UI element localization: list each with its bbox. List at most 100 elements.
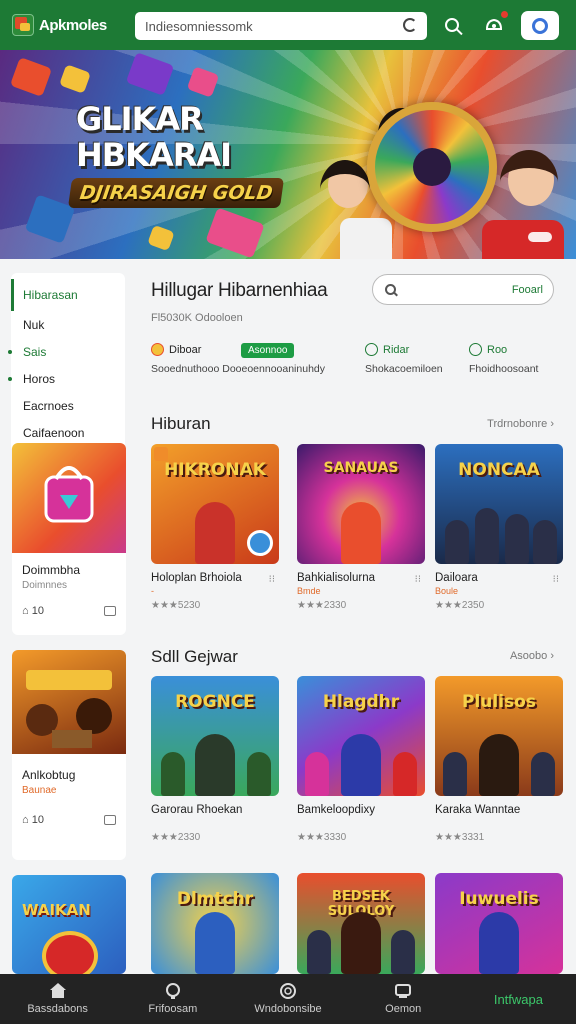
nav-item-chat[interactable]: Frifoosam — [115, 974, 230, 1024]
section-more-link[interactable]: Asoobo › — [510, 650, 554, 662]
game-art-icon — [26, 670, 112, 748]
more-options-icon[interactable]: ⁝⁝ — [415, 574, 421, 585]
active-dot-icon — [8, 376, 12, 381]
search-button[interactable] — [440, 13, 464, 37]
notification-badge — [501, 11, 508, 18]
app-thumbnail — [12, 650, 126, 754]
app-card[interactable]: Hlagdhr Bamkeloopdixy ★★★3330 — [297, 676, 425, 843]
chat-icon — [165, 983, 180, 999]
hero-character — [482, 220, 564, 259]
search-label: Fooarl — [511, 283, 543, 296]
app-art-title: SANAUAS — [323, 460, 399, 476]
app-card[interactable]: Dlmtchr — [151, 873, 279, 974]
tag-description: Sooednuthooo Dooeoennooaninuhdy — [151, 363, 325, 375]
tag-label: Roo — [487, 343, 508, 356]
more-options-icon[interactable]: ⁝⁝ — [269, 574, 275, 585]
sidebar-item-label: Eacrnoes — [23, 398, 74, 413]
sidebar-item-label: Hibarasan — [23, 288, 78, 302]
sidebar-item-horos[interactable]: Horos — [8, 365, 125, 392]
app-name: Holoplan Brhoiola — [151, 572, 242, 584]
details-icon[interactable] — [104, 606, 116, 616]
nav-item-coins[interactable]: Wndobonsibe — [230, 974, 345, 1024]
account-icon — [395, 984, 412, 998]
category-badge-icon — [154, 447, 168, 461]
details-icon[interactable] — [104, 815, 116, 825]
nav-item-home[interactable]: Bassdabons — [0, 974, 115, 1024]
character-figure — [341, 734, 381, 796]
app-art-title: WAIKAN — [22, 901, 91, 919]
app-title: Anlkobtug — [22, 768, 76, 782]
tag-diboar[interactable]: Diboar Sooednuthooo Dooeoennooaninuhdy — [151, 343, 325, 375]
section-title: Sdll Gejwar — [151, 647, 238, 666]
character-figure — [161, 752, 185, 796]
app-card[interactable]: BEDSEK SULOLOY — [297, 873, 425, 974]
content-search-input[interactable]: Fooarl — [372, 274, 554, 305]
app-rating: ★★★3331 — [435, 832, 485, 843]
nav-label: Oemon — [385, 1003, 422, 1015]
tag-ridar[interactable]: Ridar Shokacoemiloen — [365, 343, 443, 375]
app-count: ⌂ 10 — [22, 605, 44, 617]
app-art-title: HIKRONAK — [164, 460, 266, 480]
character-figure — [445, 520, 469, 564]
sidebar-item-label: Nuk — [23, 317, 45, 332]
filter-tags: Diboar Sooednuthooo Dooeoennooaninuhdy R… — [151, 343, 571, 383]
app-card[interactable]: Iuwuelis — [435, 873, 563, 974]
hero-title-line-3: DJIRASAIGH GOLD — [67, 178, 285, 208]
hero-title-line-1: GLIKAR — [76, 100, 204, 138]
sidebar-item-hibarasan[interactable]: Hibarasan — [11, 279, 125, 311]
tag-roo[interactable]: Roo Fhoidhoosoant — [469, 343, 538, 375]
status-badge[interactable]: Asonnoo — [241, 343, 295, 358]
coin-icon — [280, 983, 296, 999]
ball-icon — [247, 530, 273, 556]
character-figure — [443, 752, 467, 796]
brand-logo[interactable]: Apkmoles — [12, 14, 107, 36]
bottom-navigation: Bassdabons Frifoosam Wndobonsibe Oemon I… — [0, 974, 576, 1024]
tag-icon — [469, 343, 482, 356]
section-more-link[interactable]: Trdrnobonre › — [487, 418, 554, 430]
character-figure — [393, 752, 417, 796]
logo-icon — [12, 14, 34, 36]
nav-item-active[interactable]: Intfwapa — [461, 974, 576, 1024]
tag-icon — [151, 343, 164, 356]
app-thumbnail: WAIKAN — [12, 875, 126, 974]
tag-label: Diboar — [169, 343, 202, 356]
app-card[interactable]: Plulisos Karaka Wanntae ★★★3331 — [435, 676, 563, 843]
sidebar-item-eacrnoes[interactable]: Eacrnoes — [11, 392, 125, 419]
app-thumbnail: NONCAA — [435, 444, 563, 564]
shopping-bag-icon — [44, 466, 94, 523]
character-figure — [307, 930, 331, 974]
app-icon — [532, 17, 548, 34]
nav-label: Bassdabons — [27, 1003, 88, 1015]
app-art-title: Plulisos — [462, 692, 536, 712]
top-search-input[interactable]: Indiesomniessomk — [135, 12, 427, 40]
app-thumbnail: SANAUAS — [297, 444, 425, 564]
hero-banner[interactable]: GLIKAR HBKARAI DJIRASAIGH GOLD — [0, 50, 576, 259]
character-figure — [195, 734, 235, 796]
more-options-icon[interactable]: ⁝⁝ — [553, 574, 559, 585]
app-card[interactable]: HIKRONAK Holoplan Brhoiola ⁝⁝ - ★★★5230 — [151, 444, 279, 611]
sidebar-app-card[interactable]: Anlkobtug Baunae ⌂ 10 — [12, 650, 126, 860]
refresh-icon[interactable] — [403, 18, 417, 32]
sidebar-item-sais[interactable]: Sais — [8, 338, 125, 365]
nav-item-account[interactable]: Oemon — [346, 974, 461, 1024]
sidebar-app-card[interactable]: WAIKAN — [12, 875, 126, 974]
sidebar-app-card[interactable]: Doimmbha Doimnnes ⌂ 10 — [12, 443, 126, 635]
app-card[interactable]: NONCAA Dailoara ⁝⁝ Boule ★★★2350 — [435, 444, 563, 611]
app-thumbnail: Hlagdhr — [297, 676, 425, 796]
app-rating: ★★★2330 — [151, 832, 201, 843]
app-card[interactable]: ROGNCE Garorau Rhoekan ★★★2330 — [151, 676, 279, 843]
app-count: ⌂ 10 — [22, 814, 44, 826]
notification-button[interactable] — [482, 11, 508, 37]
sidebar-item-caifaenoon[interactable]: Caifaenoon — [11, 419, 125, 446]
app-art-title: NONCAA — [458, 460, 540, 480]
tag-description: Shokacoemiloen — [365, 363, 443, 375]
app-button[interactable] — [521, 11, 559, 40]
app-card[interactable]: SANAUAS Bahkialisolurna ⁝⁝ Bmde ★★★2330 — [297, 444, 425, 611]
app-thumbnail: ROGNCE — [151, 676, 279, 796]
nav-label: Intfwapa — [493, 991, 543, 1007]
carousel-indicator[interactable] — [528, 232, 552, 242]
app-subtitle: Doimnnes — [22, 580, 68, 591]
app-art-title: Dlmtchr — [176, 889, 254, 909]
sidebar-item-nuk[interactable]: Nuk — [11, 311, 125, 338]
character-figure — [195, 502, 235, 564]
